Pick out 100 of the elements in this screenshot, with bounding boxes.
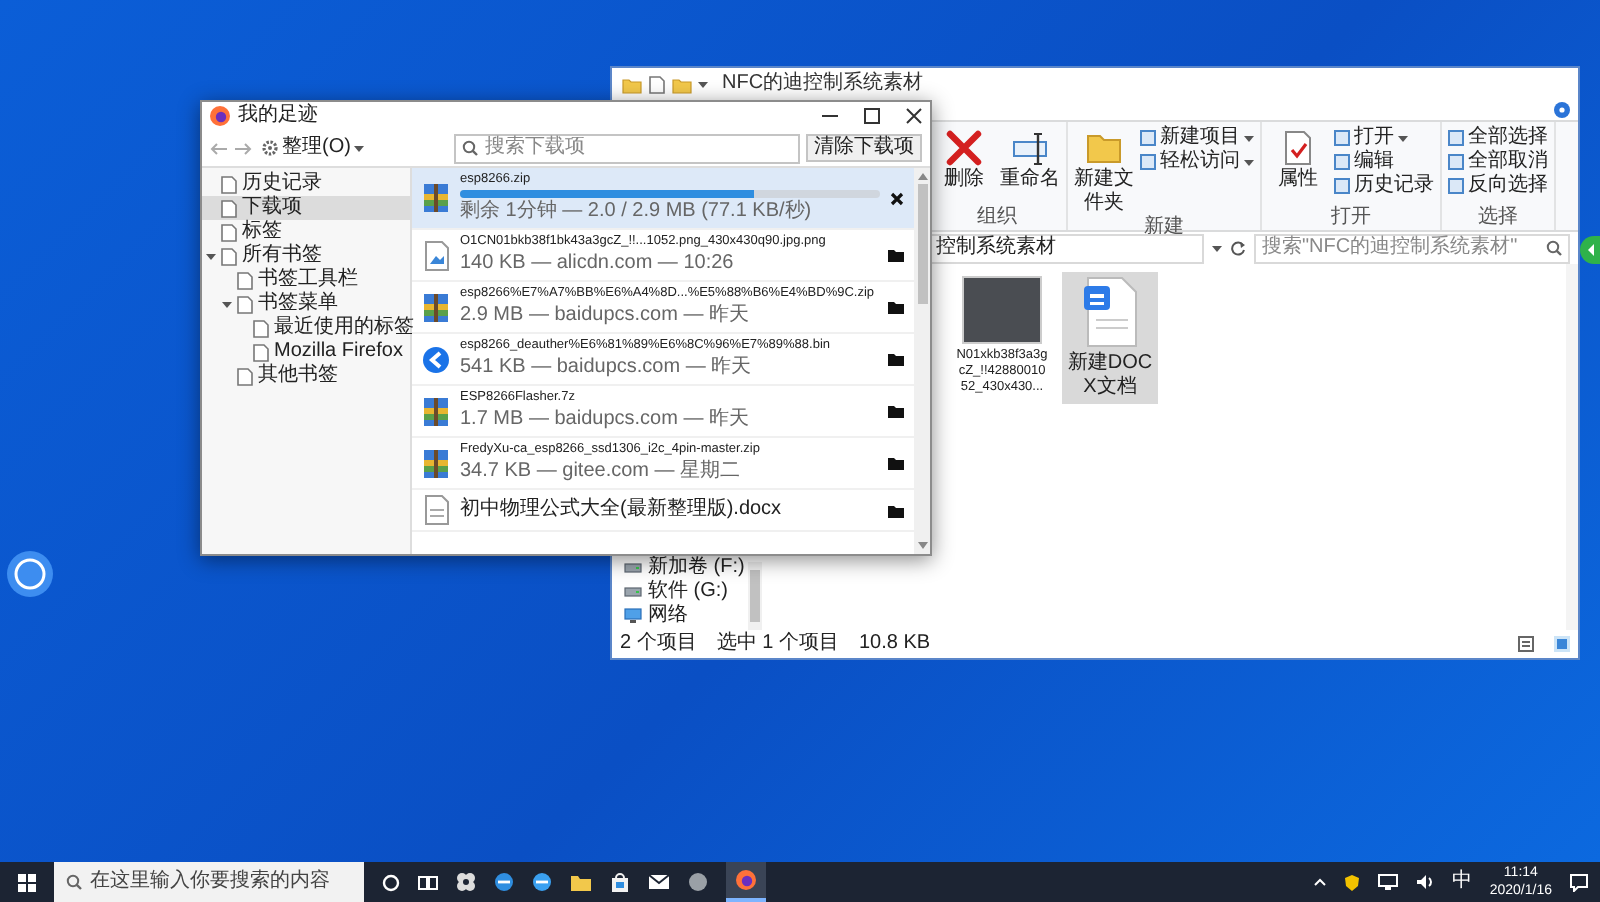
organize-menu-button[interactable]: 整理(O) [258, 136, 369, 160]
download-info: 140 KB — alicdn.com — 10:26 [460, 252, 736, 276]
caret-icon[interactable] [698, 79, 708, 89]
caret-down-icon[interactable] [206, 251, 216, 261]
minimize-icon[interactable] [822, 114, 838, 118]
folder-icon[interactable] [888, 352, 904, 366]
search-field[interactable]: 在这里输入你要搜索的内容 [54, 862, 364, 902]
window-title: NFC的迪控制系统素材 [722, 72, 924, 96]
scrollbar-thumb[interactable] [750, 570, 760, 622]
sidebar-item[interactable]: Mozilla Firefox [234, 340, 410, 364]
sidebar-item[interactable]: 书签菜单 [218, 292, 410, 316]
ribbon-button[interactable]: 全部选择 [1448, 126, 1548, 150]
folder-icon[interactable] [888, 404, 904, 418]
task-view-icon[interactable] [418, 873, 438, 891]
window-title: 我的足迹 [238, 104, 318, 128]
caret-down-icon[interactable] [222, 299, 232, 309]
status-text: 2 个项目 [620, 632, 697, 656]
caret-icon[interactable] [1212, 243, 1222, 253]
nav-item[interactable]: 网络 [624, 604, 748, 628]
address-bar[interactable]: 控制系统素材 [928, 233, 1204, 263]
ribbon-button[interactable]: 打开 [1334, 126, 1434, 150]
ribbon-button[interactable]: 属性 [1268, 126, 1328, 206]
search-field[interactable]: 搜索"NFC的迪控制系统素材" [1254, 233, 1570, 263]
sidebar-item[interactable]: 所有书签 [202, 244, 410, 268]
help-icon[interactable] [1554, 102, 1570, 118]
sidebar-item[interactable]: 书签工具栏 [218, 268, 410, 292]
sidebar-item[interactable]: 下载项 [202, 196, 410, 220]
large-icons-view-icon[interactable] [1554, 636, 1570, 652]
ribbon-button[interactable]: 删除 [934, 126, 994, 206]
download-item[interactable]: 初中物理公式大全(最新整理版).docx [412, 490, 914, 532]
ribbon-button[interactable]: 编辑 [1334, 150, 1434, 174]
download-info: 2.9 MB — baidupcs.com — 昨天 [460, 304, 751, 328]
square-icon [1448, 130, 1464, 146]
caret-icon [1244, 157, 1254, 167]
text-cursor-icon [1010, 128, 1050, 168]
folder-icon[interactable] [888, 248, 904, 262]
drive-icon [624, 586, 642, 598]
ribbon-button[interactable]: 反向选择 [1448, 174, 1548, 198]
network-icon[interactable] [1377, 874, 1398, 890]
scroll-up-icon[interactable] [917, 172, 927, 180]
status-text: 10.8 KB [858, 632, 931, 656]
folder-icon[interactable] [888, 456, 904, 470]
browser-logo-icon [736, 870, 756, 890]
circle-icon[interactable] [382, 873, 400, 891]
square-icon [1334, 178, 1350, 194]
folder-icon[interactable] [570, 873, 592, 891]
archive-icon [422, 291, 450, 323]
speaker-icon[interactable] [1415, 874, 1434, 890]
square-icon [1140, 130, 1156, 146]
flower-icon[interactable] [456, 872, 476, 892]
ribbon-button[interactable]: 新建项目 [1140, 126, 1254, 150]
ribbon-group-label: 组织 [975, 206, 1019, 230]
drive-icon [624, 562, 642, 574]
arrow-circle-icon [422, 343, 450, 375]
sidebar-item[interactable]: 历史记录 [202, 172, 410, 196]
square-icon [1448, 178, 1464, 194]
notification-icon[interactable] [1570, 873, 1588, 891]
browser-taskbar-button[interactable] [726, 862, 766, 902]
details-view-icon[interactable] [1518, 636, 1534, 652]
download-info: 541 KB — baidupcs.com — 昨天 [460, 356, 754, 380]
refresh-icon[interactable] [1230, 240, 1246, 256]
circle-icon[interactable] [688, 872, 708, 892]
scroll-down-icon[interactable] [917, 542, 927, 550]
document-icon [1080, 276, 1140, 348]
ribbon-button[interactable]: 历史记录 [1334, 174, 1434, 198]
document-icon[interactable] [648, 75, 666, 93]
scrollbar-thumb[interactable] [917, 184, 927, 304]
file-name: 新建DOCX文档 [1065, 352, 1155, 400]
sidebar-item[interactable]: 最近使用的标签 [234, 316, 410, 340]
windows-logo-icon[interactable] [18, 873, 36, 891]
close-icon[interactable] [906, 108, 922, 124]
gear-icon [262, 140, 278, 156]
download-info: 34.7 KB — gitee.com — 星期二 [460, 460, 743, 484]
ribbon-group-label: 选择 [1476, 206, 1520, 230]
network-icon [624, 608, 642, 624]
caret-up-icon[interactable] [1313, 878, 1326, 886]
status-text: 选中 1 个项目 [716, 632, 839, 656]
search-field[interactable]: 搜索下载项 [454, 133, 800, 163]
input-method-indicator[interactable]: 中 [1451, 870, 1472, 894]
nav-item[interactable]: 新加卷 (F:) [624, 556, 748, 580]
document-icon [422, 494, 450, 526]
shopping-bag-icon[interactable] [610, 872, 630, 892]
ribbon-group-label: 打开 [1329, 206, 1373, 230]
archive-icon [422, 395, 450, 427]
clear-downloads-button[interactable]: 清除下载项 [806, 134, 922, 162]
envelope-icon[interactable] [648, 874, 670, 890]
ribbon-button[interactable]: 重命名 [1000, 126, 1060, 206]
close-icon[interactable] [890, 191, 904, 205]
ribbon-button[interactable]: 轻松访问 [1140, 150, 1254, 174]
floating-ball-icon[interactable] [6, 550, 54, 598]
sidebar-item[interactable]: 其他书签 [218, 364, 410, 388]
shield-icon[interactable] [1343, 873, 1360, 891]
maximize-icon[interactable] [864, 108, 880, 124]
folder-icon[interactable] [888, 503, 904, 517]
nav-item[interactable]: 软件 (G:) [624, 580, 748, 604]
file-item[interactable]: 新建DOCX文档 [1062, 272, 1158, 404]
sidebar-item[interactable]: 标签 [202, 220, 410, 244]
ribbon-button[interactable]: 全部取消 [1448, 150, 1548, 174]
ribbon-button[interactable]: 新建文件夹 [1074, 126, 1134, 216]
folder-icon[interactable] [888, 300, 904, 314]
